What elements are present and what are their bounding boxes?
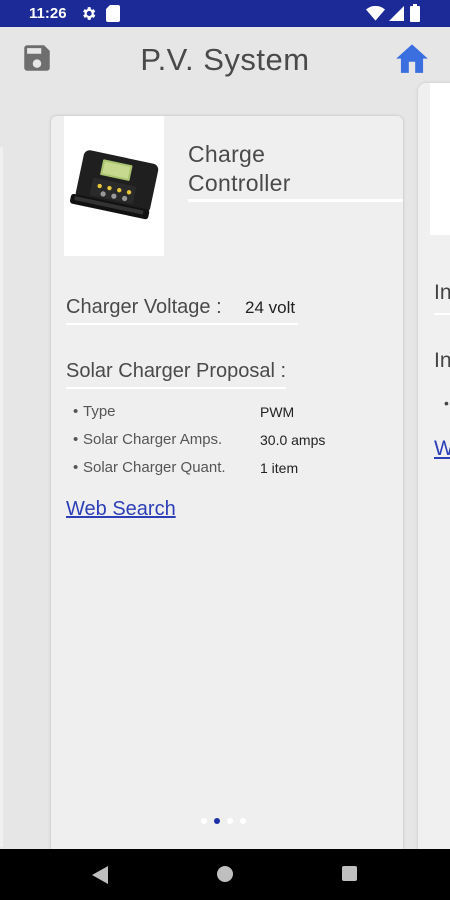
navigation-bar <box>0 849 450 900</box>
proposal-item-label: • Solar Charger Amps. <box>73 431 223 448</box>
status-bar: 11:26 <box>0 0 450 27</box>
voltage-divider <box>66 323 298 325</box>
sd-card-icon <box>106 5 120 22</box>
product-card: Charge Controller Charger Voltage : 24 v… <box>51 116 403 856</box>
battery-icon <box>410 4 420 22</box>
app-bar: P.V. System <box>0 27 450 97</box>
home-icon[interactable] <box>393 39 431 75</box>
charger-voltage-value: 24 volt <box>245 298 296 317</box>
proposal-item-label: • Solar Charger Quant. <box>73 459 226 476</box>
next-card-peek[interactable]: In In • W <box>418 83 450 853</box>
card-title-line: Controller <box>188 170 291 196</box>
proposal-item-label: • Type <box>73 403 116 420</box>
page-dot[interactable] <box>201 818 207 824</box>
home-button-icon[interactable] <box>217 866 233 882</box>
solar-charger-proposal-label: Solar Charger Proposal : <box>66 360 287 382</box>
recents-icon[interactable] <box>342 866 357 881</box>
next-card-bullet: • <box>444 395 449 411</box>
wifi-icon <box>366 6 385 21</box>
page-dot[interactable] <box>240 818 246 824</box>
page-dot-active[interactable] <box>214 818 220 824</box>
status-time: 11:26 <box>29 5 67 22</box>
charge-controller-picture <box>70 150 159 220</box>
proposal-item-value: 1 item <box>260 460 299 476</box>
back-icon[interactable] <box>92 866 108 884</box>
settings-icon <box>83 7 96 20</box>
charger-voltage-label: Charger Voltage : <box>66 296 222 318</box>
next-card-underline <box>434 313 450 315</box>
next-card-image <box>430 83 450 235</box>
next-card-link[interactable]: W <box>434 437 450 461</box>
proposal-divider <box>66 387 286 389</box>
previous-card-peek[interactable] <box>0 147 3 847</box>
proposal-item-value: PWM <box>260 404 295 420</box>
title-divider <box>188 199 403 202</box>
card-title-line: Charge <box>188 141 266 167</box>
next-card-text: In <box>434 281 450 304</box>
web-search-link[interactable]: Web Search <box>66 498 176 521</box>
cellular-icon <box>389 6 404 21</box>
page-title: P.V. System <box>140 42 310 77</box>
charge-controller-image <box>64 116 164 256</box>
next-card-text: In <box>434 349 450 372</box>
page-dot[interactable] <box>227 818 233 824</box>
card-title: Charge Controller <box>188 140 291 198</box>
proposal-item-value: 30.0 amps <box>260 432 326 448</box>
